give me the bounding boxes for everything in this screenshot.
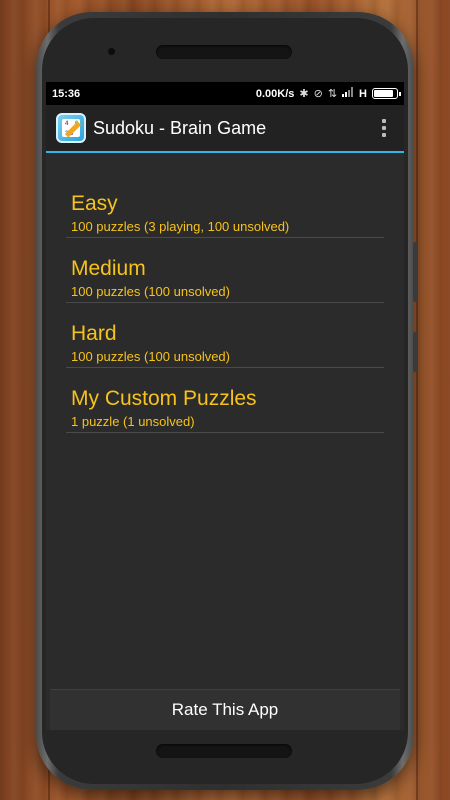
overflow-dot [382, 119, 386, 123]
phone-frame: 15:36 0.00K/s ✱ ⊘ ⇅ H 4 Sudoku - Brain G… [36, 12, 417, 790]
item-title: Easy [71, 192, 118, 215]
net-speed: 0.00K/s [255, 87, 295, 100]
bottom-speaker [156, 744, 292, 758]
app-title: Sudoku - Brain Game [93, 117, 267, 138]
item-subtitle: 100 puzzles (100 unsolved) [71, 349, 230, 364]
list-item-medium[interactable]: Medium 100 puzzles (100 unsolved) [66, 238, 384, 303]
data-arrows-icon: ⇅ [327, 88, 338, 100]
battery-icon [372, 88, 401, 99]
sudoku-app-icon[interactable]: 4 6 3 5 [56, 113, 86, 143]
front-camera [108, 48, 115, 55]
list-item-custom[interactable]: My Custom Puzzles 1 puzzle (1 unsolved) [66, 368, 384, 433]
power-button [413, 332, 417, 372]
list-item-easy[interactable]: Easy 100 puzzles (3 playing, 100 unsolve… [66, 163, 384, 238]
earpiece-speaker [156, 45, 292, 59]
overflow-dot [382, 126, 386, 130]
action-bar: 4 6 3 5 Sudoku - Brain Game [46, 105, 404, 153]
overflow-menu-icon[interactable] [374, 113, 394, 143]
status-time: 15:36 [52, 87, 81, 100]
list-item-hard[interactable]: Hard 100 puzzles (100 unsolved) [66, 303, 384, 368]
item-subtitle: 100 puzzles (3 playing, 100 unsolved) [71, 219, 290, 234]
phone-screen: 15:36 0.00K/s ✱ ⊘ ⇅ H 4 Sudoku - Brain G… [46, 82, 404, 730]
item-title: Hard [71, 322, 117, 345]
difficulty-list: Easy 100 puzzles (3 playing, 100 unsolve… [46, 153, 404, 433]
alarm-off-icon: ⊘ [313, 88, 323, 100]
volume-button [413, 242, 417, 302]
network-type: H [359, 87, 367, 100]
wood-plank-seam [416, 0, 418, 800]
signal-icon [342, 87, 354, 100]
item-subtitle: 100 puzzles (100 unsolved) [71, 284, 230, 299]
battery-level [374, 90, 393, 97]
grid-digit-decor: 4 [65, 121, 69, 127]
item-title: Medium [71, 257, 146, 280]
rate-app-button[interactable]: Rate This App [50, 689, 400, 730]
item-title: My Custom Puzzles [71, 387, 257, 410]
item-subtitle: 1 puzzle (1 unsolved) [71, 414, 195, 429]
overflow-dot [382, 133, 386, 137]
bluetooth-icon: ✱ [299, 88, 309, 100]
status-bar: 15:36 0.00K/s ✱ ⊘ ⇅ H [46, 82, 404, 105]
